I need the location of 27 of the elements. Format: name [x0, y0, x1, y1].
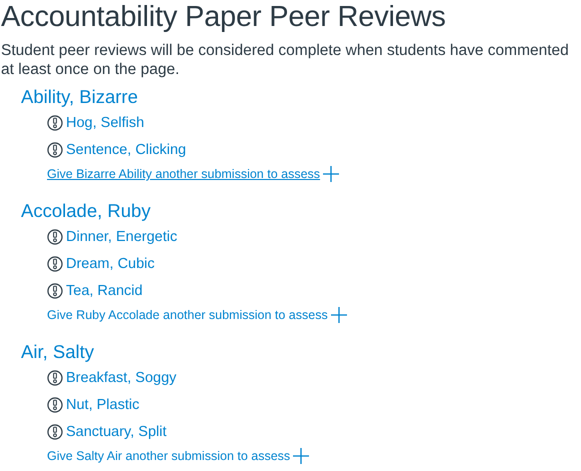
plus-icon[interactable] — [292, 447, 310, 465]
warning-icon — [47, 228, 63, 244]
reviewer-link[interactable]: Accolade, Ruby — [21, 199, 151, 223]
warning-icon — [47, 396, 63, 412]
assessment-link[interactable]: Tea, Rancid — [66, 282, 143, 298]
assessment-link[interactable]: Hog, Selfish — [66, 114, 144, 130]
assessment-link[interactable]: Dinner, Energetic — [66, 228, 178, 244]
page-title: Accountability Paper Peer Reviews — [1, 0, 447, 34]
assessment-link[interactable]: Sentence, Clicking — [66, 142, 186, 158]
assign-link[interactable]: Give Salty Air another submission to assess — [47, 449, 292, 463]
warning-icon — [47, 114, 63, 130]
warning-icon — [47, 256, 63, 272]
warning-icon — [47, 424, 63, 440]
plus-icon[interactable] — [322, 165, 340, 183]
assessment-link[interactable]: Breakfast, Soggy — [66, 370, 176, 386]
plus-icon[interactable] — [330, 306, 348, 324]
warning-icon — [47, 142, 63, 158]
assessment-link[interactable]: Nut, Plastic — [66, 396, 140, 412]
reviewer-link[interactable]: Air, Salty — [21, 340, 94, 364]
warning-icon — [47, 282, 63, 298]
reviewer-link[interactable]: Ability, Bizarre — [21, 85, 138, 109]
description: Student peer reviews will be considered complete when students have commented at least once on the page. — [1, 41, 570, 79]
assign-link[interactable]: Give Ruby Accolade another submission to assess — [47, 308, 330, 322]
assessment-link[interactable]: Sanctuary, Split — [66, 424, 166, 440]
warning-icon — [47, 370, 63, 386]
assign-link[interactable]: Give Bizarre Ability another submission to assess — [47, 167, 322, 181]
assessment-link[interactable]: Dream, Cubic — [66, 256, 155, 272]
